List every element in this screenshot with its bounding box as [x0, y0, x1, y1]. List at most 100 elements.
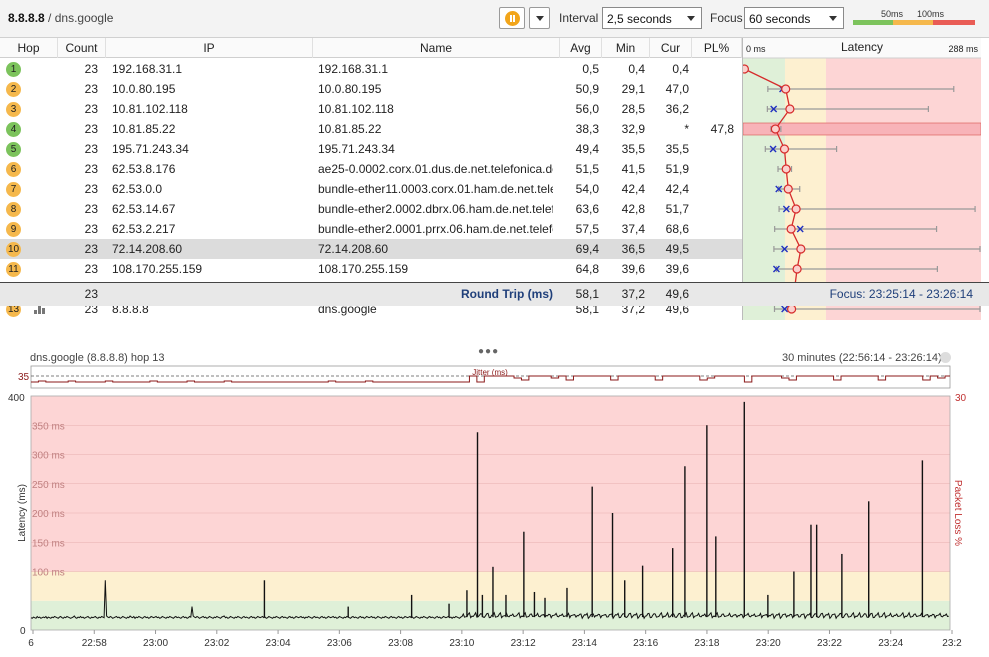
- scale-good-bar: [853, 20, 893, 25]
- column-cur[interactable]: Cur: [650, 38, 692, 58]
- table-row[interactable]: 8 23 62.53.14.67 bundle-ether2.0002.dbrx.06…: [0, 199, 742, 219]
- cell-avg: 57,5: [575, 222, 599, 236]
- y-max-label: 400: [8, 393, 25, 404]
- target-name: dns.google: [54, 11, 114, 25]
- average-latency-point: [739, 64, 750, 74]
- target-label: 8.8.8.8 / dns.google: [8, 11, 113, 25]
- round-trip-row: 23 Round Trip (ms) 58,1 37,2 49,6 Focus:…: [0, 282, 989, 306]
- cell-count: 23: [84, 202, 98, 216]
- cell-count: 23: [84, 262, 98, 276]
- footer-count: 23: [84, 287, 98, 301]
- average-latency-point: [779, 144, 790, 154]
- latency-graph: 0 ms Latency 288 ms: [739, 38, 982, 320]
- cell-name: 108.170.255.159: [318, 262, 409, 276]
- cell-ip: 10.81.85.22: [112, 122, 176, 136]
- cell-cur: 68,6: [665, 222, 689, 236]
- table-row[interactable]: 10 23 72.14.208.60 72.14.208.60 69,4 36,5 49,5: [0, 239, 742, 259]
- cell-avg: 38,3: [575, 122, 599, 136]
- column-count[interactable]: Count: [58, 38, 106, 58]
- table-header: Hop Count IP Name Avg Min Cur PL%: [0, 38, 742, 58]
- cell-ip: 10.81.102.118: [112, 102, 188, 116]
- table-row[interactable]: 2 23 10.0.80.195 10.0.80.195 50,9 29,1 47,0: [0, 79, 742, 99]
- focus-range: Focus: 23:25:14 - 23:26:14: [829, 287, 973, 301]
- hop-number-badge: 11: [6, 262, 21, 277]
- focus-select[interactable]: 60 seconds: [744, 7, 844, 29]
- cell-pl: [692, 239, 734, 259]
- y-axis-title: Latency (ms): [17, 484, 28, 542]
- cell-cur: 35,5: [665, 142, 689, 156]
- cell-ip: 62.53.14.67: [112, 202, 176, 216]
- average-latency-point: [785, 104, 795, 114]
- average-latency-point: [792, 264, 802, 274]
- column-pl[interactable]: PL%: [692, 38, 742, 58]
- latency-max-label: 288 ms: [948, 44, 978, 54]
- table-row[interactable]: 7 23 62.53.0.0 bundle-ether11.0003.corx.01.…: [0, 179, 742, 199]
- hop-number-badge: 9: [6, 222, 21, 237]
- x-tick-label: 23:20: [756, 638, 781, 649]
- x-tick-label: 23:00: [143, 638, 168, 649]
- bar-chart-icon[interactable]: [34, 305, 46, 314]
- cell-avg: 50,9: [575, 82, 599, 96]
- x-tick-label: 6: [28, 638, 34, 649]
- zone-bad: [825, 38, 981, 320]
- x-tick-label: 23:12: [511, 638, 536, 649]
- column-name[interactable]: Name: [313, 38, 560, 58]
- average-latency-point: [787, 304, 797, 314]
- cell-count: 23: [84, 82, 98, 96]
- interval-select[interactable]: 2,5 seconds: [602, 7, 702, 29]
- y-grid-label: 350 ms: [32, 421, 65, 432]
- scale-bad-bar: [933, 20, 975, 25]
- x-tick-label: 23:24: [878, 638, 903, 649]
- average-latency-point: [796, 244, 806, 254]
- cell-name: 10.81.85.22: [318, 122, 382, 136]
- toolbar: 8.8.8.8 / dns.google Interval 2,5 second…: [0, 0, 989, 38]
- hop-number-badge: 8: [6, 202, 21, 217]
- y-grid-label: 300 ms: [32, 451, 65, 462]
- history-range: 30 minutes (22:56:14 - 23:26:14): [782, 352, 942, 364]
- latency-min-label: 0 ms: [746, 44, 766, 54]
- cell-min: 42,4: [621, 182, 645, 196]
- table-row[interactable]: 3 23 10.81.102.118 10.81.102.118 56,0 28,5 36,…: [0, 99, 742, 119]
- table-row[interactable]: 6 23 62.53.8.176 ae25-0.0002.corx.01.dus.de…: [0, 159, 742, 179]
- scale-100-label: 100ms: [917, 9, 945, 19]
- x-tick-label: 23:08: [388, 638, 413, 649]
- cell-ip: 195.71.243.34: [112, 142, 189, 156]
- target-separator: /: [48, 11, 55, 25]
- cell-pl: [692, 219, 734, 239]
- cell-ip: 62.53.8.176: [112, 162, 176, 176]
- x-tick-label: 23:10: [449, 638, 474, 649]
- column-min[interactable]: Min: [602, 38, 650, 58]
- column-ip[interactable]: IP: [106, 38, 313, 58]
- cell-avg: 64,8: [575, 262, 599, 276]
- average-latency-point: [770, 124, 780, 134]
- x-tick-label: 23:14: [572, 638, 597, 649]
- pause-icon: [505, 11, 520, 26]
- cell-avg: 56,0: [575, 102, 599, 116]
- column-hop[interactable]: Hop: [0, 38, 58, 58]
- cell-min: 29,1: [621, 82, 645, 96]
- target-host: 8.8.8.8: [8, 11, 45, 25]
- y-grid-label: 250 ms: [32, 480, 65, 491]
- table-row[interactable]: 9 23 62.53.2.217 bundle-ether2.0001.prrx.06…: [0, 219, 742, 239]
- cell-name: 195.71.243.34: [318, 142, 395, 156]
- table-row[interactable]: 4 23 10.81.85.22 10.81.85.22 38,3 32,9 * 47,8: [0, 119, 742, 139]
- cell-cur: 47,0: [665, 82, 689, 96]
- table-row[interactable]: 5 23 195.71.243.34 195.71.243.34 49,4 35,5 35,…: [0, 139, 742, 159]
- pause-dropdown-button[interactable]: [529, 7, 550, 29]
- average-latency-point: [781, 164, 791, 174]
- cell-min: 42,8: [621, 202, 645, 216]
- chevron-down-icon[interactable]: [940, 352, 951, 363]
- pause-button[interactable]: [499, 7, 525, 29]
- cell-count: 23: [84, 182, 98, 196]
- cell-cur: 36,2: [665, 102, 689, 116]
- cell-min: 0,4: [628, 62, 645, 76]
- cell-pl: [692, 99, 734, 119]
- cell-pl: [692, 199, 734, 219]
- latency-zone: [31, 571, 950, 601]
- cell-min: 41,5: [621, 162, 645, 176]
- table-row[interactable]: 1 23 192.168.31.1 192.168.31.1 0,5 0,4 0,4: [0, 59, 742, 79]
- table-row[interactable]: 11 23 108.170.255.159 108.170.255.159 64,8 39…: [0, 259, 742, 279]
- cell-name: 10.0.80.195: [318, 82, 382, 96]
- cell-count: 23: [84, 62, 98, 76]
- column-avg[interactable]: Avg: [560, 38, 602, 58]
